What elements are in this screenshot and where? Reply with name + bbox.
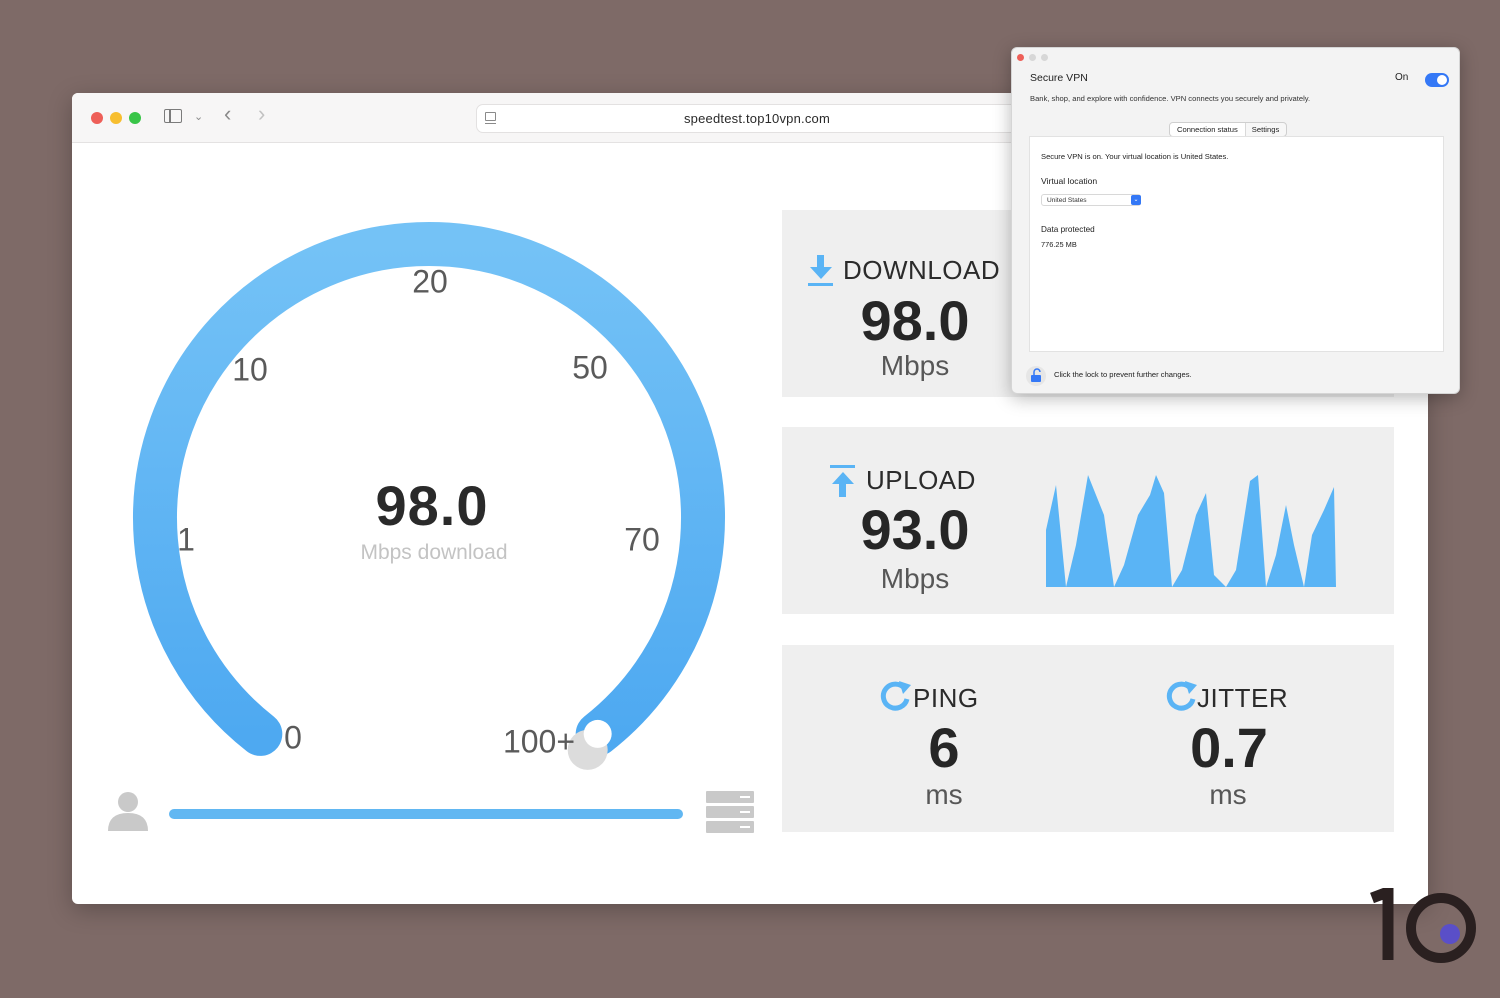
tab-settings[interactable]: Settings	[1245, 123, 1286, 136]
vpn-status-box: Secure VPN is on. Your virtual location …	[1029, 136, 1444, 352]
url-text: speedtest.top10vpn.com	[683, 111, 831, 126]
tab-connection-status[interactable]: Connection status	[1170, 123, 1245, 136]
forward-arrow-icon[interactable]: ›	[258, 103, 265, 125]
virtual-location-select[interactable]: United States ⌄	[1041, 194, 1141, 206]
chevron-down-icon[interactable]: ⌄	[194, 107, 203, 127]
vpn-description: Bank, shop, and explore with confidence.…	[1030, 94, 1311, 103]
gauge-unit-label: Mbps download	[360, 541, 508, 564]
chevron-down-icon: ⌄	[1131, 195, 1141, 205]
lock-hint-text: Click the lock to prevent further change…	[1054, 370, 1192, 379]
gauge-label-20: 20	[412, 263, 448, 300]
jitter-refresh-icon	[1166, 681, 1197, 711]
gauge-label-0: 0	[284, 719, 302, 756]
server-icon	[706, 791, 754, 833]
vpn-toggle-label: On	[1395, 72, 1409, 83]
vpn-status-text: Secure VPN is on. Your virtual location …	[1041, 152, 1229, 161]
jitter-title: JITTER	[1197, 683, 1289, 713]
data-protected-label: Data protected	[1041, 225, 1095, 234]
vpn-zoom-button[interactable]	[1041, 54, 1048, 61]
lock-icon[interactable]	[1026, 366, 1046, 386]
download-unit: Mbps	[880, 350, 950, 381]
test-progress-bar	[169, 809, 683, 819]
close-window-button[interactable]	[91, 112, 103, 124]
vpn-tab-control: Connection status Settings	[1169, 122, 1288, 137]
address-bar[interactable]: speedtest.top10vpn.com	[476, 104, 1038, 133]
data-protected-value: 776.25 MB	[1041, 240, 1077, 249]
upload-panel: UPLOAD 93.0 Mbps	[782, 427, 1394, 614]
gauge-knob	[583, 719, 612, 748]
virtual-location-label: Virtual location	[1041, 176, 1098, 186]
download-icon	[808, 255, 833, 286]
vpn-minimize-button[interactable]	[1029, 54, 1036, 61]
ping-title: PING	[913, 683, 979, 713]
gauge-label-50: 50	[572, 349, 608, 386]
gauge-label-1: 1	[177, 521, 195, 558]
virtual-location-value: United States	[1047, 197, 1087, 204]
upload-icon	[830, 465, 855, 497]
upload-speed-graph	[1046, 475, 1336, 587]
download-value: 98.0	[860, 289, 970, 352]
vpn-close-button[interactable]	[1017, 54, 1024, 61]
jitter-value: 0.7	[1190, 716, 1268, 779]
ping-value: 6	[928, 716, 960, 779]
vpn-toggle[interactable]	[1425, 73, 1449, 87]
ping-jitter-panel: PING 6 ms JITTER 0.7 ms	[782, 645, 1394, 832]
zoom-window-button[interactable]	[129, 112, 141, 124]
ping-unit: ms	[925, 779, 963, 810]
sidebar-toggle-icon[interactable]	[164, 109, 182, 123]
upload-graph-area	[1046, 475, 1336, 587]
jitter-unit: ms	[1209, 779, 1247, 810]
ping-refresh-icon	[880, 681, 911, 711]
back-arrow-icon[interactable]: ‹	[224, 103, 231, 125]
download-title: DOWNLOAD	[843, 255, 1001, 285]
top10-logo	[1370, 888, 1476, 963]
page-icon	[485, 112, 496, 125]
vpn-title: Secure VPN	[1030, 72, 1088, 84]
gauge-label-70: 70	[624, 521, 660, 558]
upload-value: 93.0	[860, 498, 970, 561]
user-icon	[108, 792, 148, 831]
minimize-window-button[interactable]	[110, 112, 122, 124]
gauge-speed-value: 98.0	[375, 474, 489, 537]
gauge-label-10: 10	[232, 351, 268, 388]
upload-unit: Mbps	[880, 563, 950, 594]
vpn-settings-window: Secure VPN Bank, shop, and explore with …	[1011, 47, 1460, 394]
gauge-label-100-plus: 100+	[502, 723, 576, 760]
upload-title: UPLOAD	[866, 465, 976, 495]
